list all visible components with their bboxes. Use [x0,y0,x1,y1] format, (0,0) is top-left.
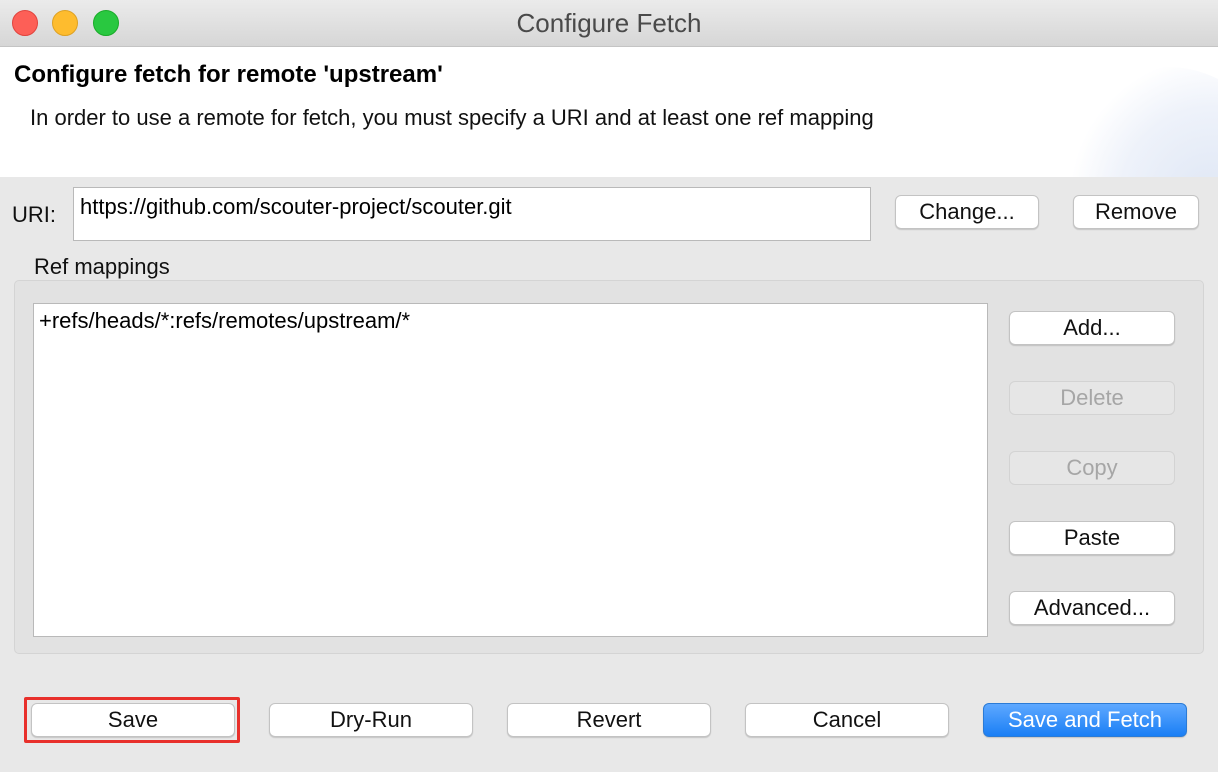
banner-decoration [1058,67,1218,177]
advanced-button[interactable]: Advanced... [1009,591,1175,625]
paste-ref-button[interactable]: Paste [1009,521,1175,555]
add-ref-button[interactable]: Add... [1009,311,1175,345]
remove-uri-button[interactable]: Remove [1073,195,1199,229]
window-title: Configure Fetch [516,8,702,38]
dry-run-button[interactable]: Dry-Run [269,703,473,737]
change-uri-button[interactable]: Change... [895,195,1039,229]
header-banner: Configure fetch for remote 'upstream' In… [0,47,1218,177]
save-and-fetch-button[interactable]: Save and Fetch [983,703,1187,737]
uri-field[interactable]: https://github.com/scouter-project/scout… [73,187,871,241]
ref-mappings-list[interactable]: +refs/heads/*:refs/remotes/upstream/* [33,303,988,637]
ref-mappings-label: Ref mappings [34,254,170,279]
delete-ref-button[interactable]: Delete [1009,381,1175,415]
copy-ref-button[interactable]: Copy [1009,451,1175,485]
list-item[interactable]: +refs/heads/*:refs/remotes/upstream/* [39,308,410,334]
configure-fetch-dialog: Configure Fetch Configure fetch for remo… [0,0,1218,772]
banner-title: Configure fetch for remote 'upstream' [14,61,443,88]
cancel-button[interactable]: Cancel [745,703,949,737]
uri-label: URI: [12,202,56,227]
save-button[interactable]: Save [31,703,235,737]
banner-description: In order to use a remote for fetch, you … [30,105,874,130]
title-bar: Configure Fetch [0,0,1218,47]
revert-button[interactable]: Revert [507,703,711,737]
